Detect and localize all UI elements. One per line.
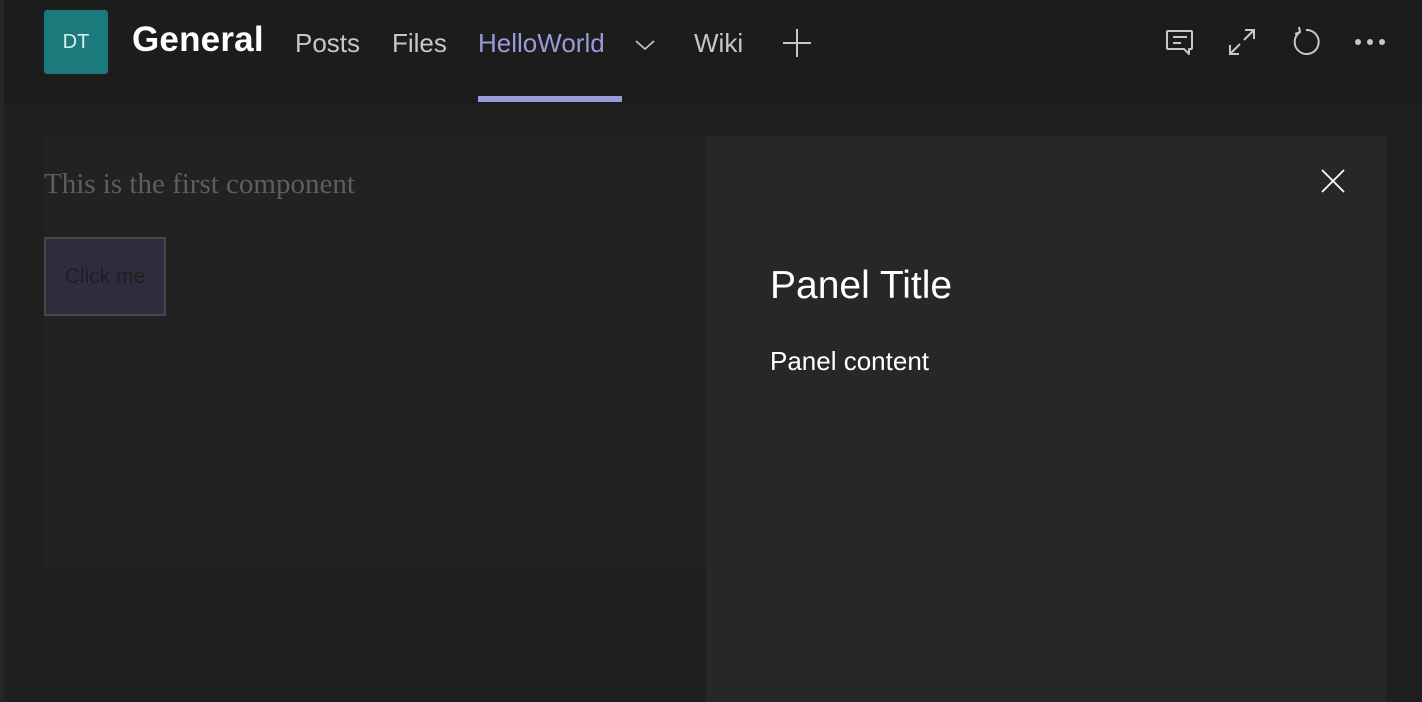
left-edge: [0, 0, 4, 702]
more-options-icon[interactable]: [1354, 26, 1386, 58]
first-component: This is the first component Click me: [44, 136, 706, 568]
tab-wiki[interactable]: Wiki: [694, 28, 743, 59]
tab-helloworld[interactable]: HelloWorld: [478, 28, 605, 59]
conversation-icon[interactable]: [1164, 26, 1196, 58]
close-icon[interactable]: [1318, 166, 1348, 196]
channel-header: DT General Posts Files HelloWorld Wiki: [4, 0, 1422, 103]
refresh-icon[interactable]: [1290, 26, 1322, 58]
click-me-button[interactable]: Click me: [44, 237, 166, 316]
channel-title: General: [132, 20, 264, 59]
right-gutter: [1386, 103, 1422, 702]
plus-icon[interactable]: [782, 28, 812, 58]
active-tab-indicator: [478, 96, 622, 102]
side-panel: Panel Title Panel content: [706, 136, 1386, 702]
component-heading: This is the first component: [44, 168, 355, 200]
panel-title: Panel Title: [770, 264, 953, 307]
expand-icon[interactable]: [1226, 26, 1258, 58]
chevron-down-icon[interactable]: [634, 38, 656, 52]
tab-posts[interactable]: Posts: [295, 28, 360, 59]
tab-content-area: This is the first component Click me: [44, 136, 706, 702]
avatar-initials: DT: [62, 30, 90, 53]
tab-files[interactable]: Files: [392, 28, 447, 59]
panel-content: Panel content: [770, 346, 930, 376]
team-avatar[interactable]: DT: [44, 10, 108, 74]
